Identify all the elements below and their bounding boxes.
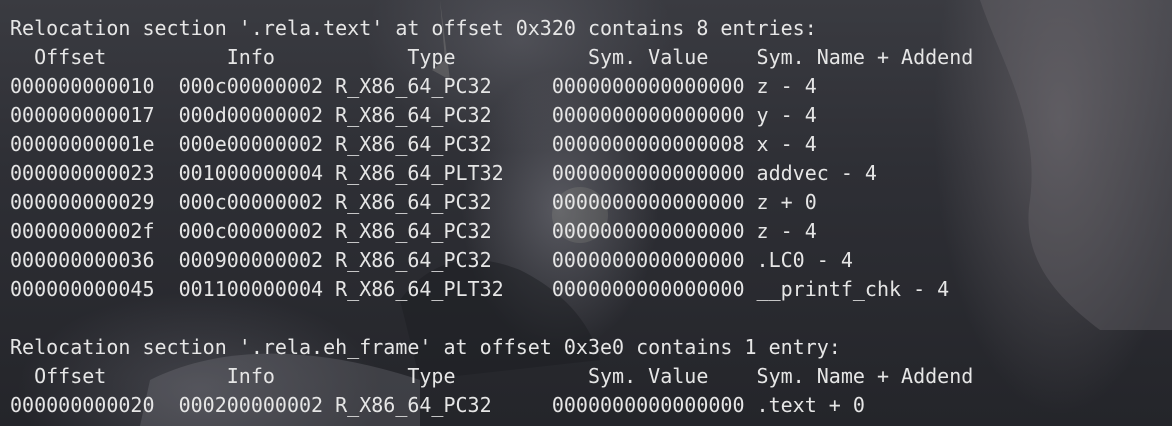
column-header-row: Offset Info Type Sym. Value Sym. Name + …	[10, 364, 974, 388]
terminal-output: Relocation section '.rela.text' at offse…	[10, 14, 973, 420]
relocation-row: 00000000002f 000c00000002 R_X86_64_PC32 …	[10, 219, 817, 243]
relocation-row: 000000000017 000d00000002 R_X86_64_PC32 …	[10, 103, 817, 127]
relocation-row: 000000000029 000c00000002 R_X86_64_PC32 …	[10, 190, 817, 214]
relocation-row: 000000000036 000900000002 R_X86_64_PC32 …	[10, 248, 853, 272]
relocation-row: 000000000010 000c00000002 R_X86_64_PC32 …	[10, 74, 817, 98]
relocation-row: 000000000023 001000000004 R_X86_64_PLT32…	[10, 161, 877, 185]
column-header-row: Offset Info Type Sym. Value Sym. Name + …	[10, 45, 974, 69]
relocation-row: 00000000001e 000e00000002 R_X86_64_PC32 …	[10, 132, 817, 156]
terminal-window[interactable]: Relocation section '.rela.text' at offse…	[0, 0, 1172, 426]
relocation-row: 000000000045 001100000004 R_X86_64_PLT32…	[10, 277, 950, 301]
relocation-row: 000000000020 000200000002 R_X86_64_PC32 …	[10, 393, 865, 417]
section-header-rela-text: Relocation section '.rela.text' at offse…	[10, 16, 817, 40]
section-header-rela-eh-frame: Relocation section '.rela.eh_frame' at o…	[10, 335, 841, 359]
